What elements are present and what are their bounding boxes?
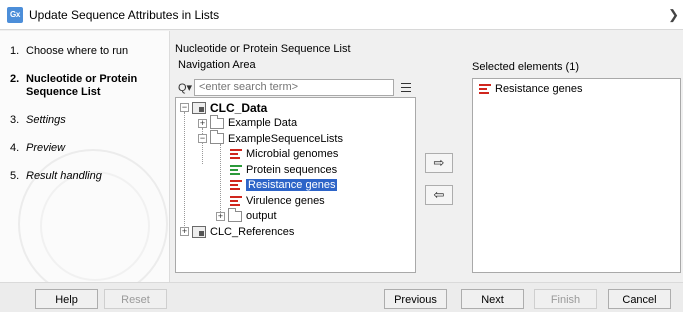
filter-menu-icon[interactable] [401,82,411,92]
tree-item-label: Example Data [228,117,298,130]
selected-item-label: Resistance genes [495,83,583,95]
tree-item-resistance-genes[interactable]: Resistance genes [176,178,415,194]
navigation-tree[interactable]: − CLC_Data + Example Data − ExampleSeque… [175,97,416,273]
step-sequence-list: 2. Nucleotide or Protein Sequence List [0,73,169,99]
tree-item-example-sequence-lists[interactable]: − ExampleSequenceLists [176,130,415,147]
step-label: Nucleotide or Protein Sequence List [26,73,138,98]
sequence-list-icon [230,195,242,206]
step-label: Preview [26,142,66,154]
finish-button: Finish [534,289,597,309]
step-choose-where-to-run: 1. Choose where to run [0,45,169,58]
app-icon: Gx [7,6,23,23]
folder-icon [228,207,242,222]
arrow-right-icon: ⇨ [433,155,445,170]
tree-item-virulence-genes[interactable]: Virulence genes [176,193,415,209]
wizard-steps-sidebar: 1. Choose where to run 2. Nucleotide or … [0,31,170,282]
step-number: 2. [10,73,20,85]
tree-item-protein-sequences[interactable]: Protein sequences [176,162,415,178]
step-preview: 4. Preview [0,142,169,155]
tree-item-output[interactable]: + output [176,207,415,225]
sequence-list-icon [479,84,491,94]
step-label: Result handling [26,170,102,182]
selected-elements-label: Selected elements (1) [472,61,579,73]
reset-button: Reset [104,289,167,309]
tree-item-clc-references[interactable]: + CLC_References [176,224,415,240]
tree-item-label: CLC_Data [210,100,268,115]
tree-item-label-selected: Resistance genes [246,179,338,192]
tree-item-label: Microbial genomes [246,148,339,161]
selected-item-resistance-genes[interactable]: Resistance genes [479,82,680,96]
collapse-icon[interactable]: − [198,134,207,144]
sequence-list-icon [230,149,242,160]
navigation-area-label: Navigation Area [178,59,256,71]
help-button[interactable]: Help [35,289,98,309]
window-title: Update Sequence Attributes in Lists [29,7,220,22]
step-number: 4. [10,142,20,154]
previous-button[interactable]: Previous [384,289,447,309]
tree-item-microbial-genomes[interactable]: Microbial genomes [176,147,415,163]
step-label: Choose where to run [26,45,129,57]
step-settings: 3. Settings [0,114,169,127]
tree-item-clc-data[interactable]: − CLC_Data [176,100,415,116]
search-icon[interactable]: Q▾ [178,81,194,94]
next-button[interactable]: Next [461,289,524,309]
expand-icon[interactable]: + [180,227,189,237]
section-title: Nucleotide or Protein Sequence List [175,43,351,55]
step-number: 5. [10,170,20,182]
selected-elements-list[interactable]: Resistance genes [472,78,681,273]
cancel-button[interactable]: Cancel [608,289,671,309]
watermark-circle-inner [40,171,150,281]
expand-icon[interactable]: + [216,211,225,221]
sequence-list-icon [230,180,242,191]
folder-icon [210,114,224,129]
step-result-handling: 5. Result handling [0,170,169,183]
step-number: 3. [10,114,20,126]
button-bar: Help Reset Previous Next Finish Cancel [0,282,683,312]
tree-item-label: CLC_References [210,225,295,238]
tree-item-label: ExampleSequenceLists [228,132,343,145]
search-input[interactable] [194,78,394,96]
title-bar: Gx Update Sequence Attributes in Lists ❯ [0,0,683,30]
database-icon [192,101,206,114]
open-folder-icon [210,130,224,145]
arrow-left-icon: ⇦ [433,187,445,202]
expand-icon[interactable]: + [198,118,207,128]
tree-item-example-data[interactable]: + Example Data [176,114,415,132]
main-panel: Nucleotide or Protein Sequence List Navi… [170,31,683,282]
step-label: Settings [26,114,66,126]
tree-item-label: output [246,210,277,223]
step-number: 1. [10,45,20,57]
close-chevron-icon[interactable]: ❯ [668,7,679,23]
protein-list-icon [230,164,242,175]
collapse-icon[interactable]: − [180,103,189,113]
tree-item-label: Virulence genes [246,194,325,207]
remove-from-selected-button[interactable]: ⇦ [425,185,453,205]
search-row: Q▾ [178,78,415,96]
add-to-selected-button[interactable]: ⇨ [425,153,453,173]
tree-item-label: Protein sequences [246,163,338,176]
database-icon [192,225,206,238]
